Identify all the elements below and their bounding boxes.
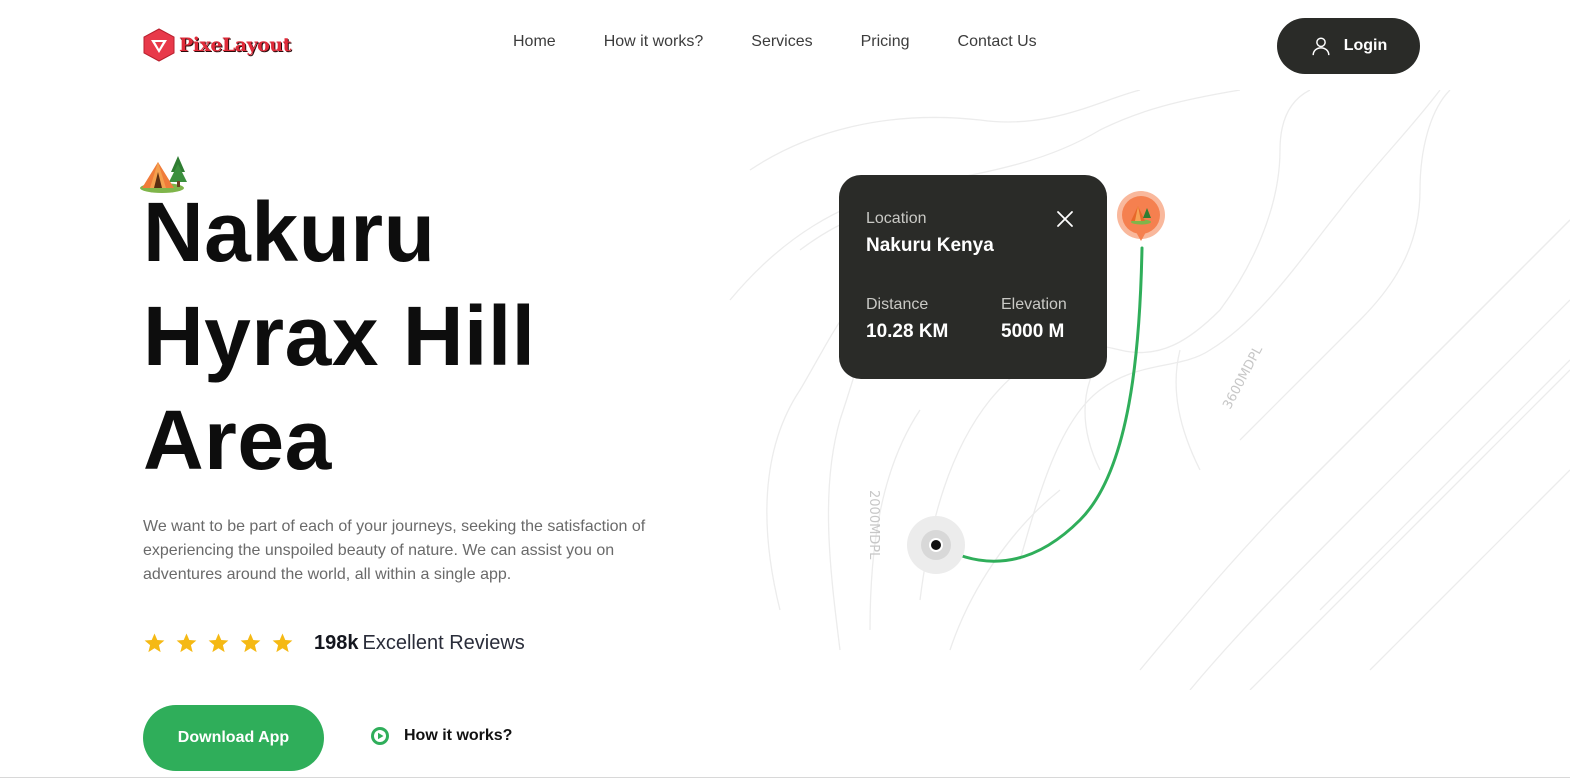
distance-value: 10.28 KM [866, 321, 949, 342]
rating: 198k Excellent Reviews [143, 632, 525, 655]
reviews-count: 198k [314, 632, 359, 654]
page-divider [0, 777, 1570, 778]
how-it-works-label: How it works? [404, 727, 513, 744]
hero-title-line: Nakuru [143, 185, 436, 279]
logo-text: PixeLayout [179, 34, 291, 56]
contour-label: 2000MDPL [866, 490, 881, 560]
hero-title: Nakuru Hyrax Hill Area [143, 180, 536, 492]
distance-label: Distance [866, 296, 929, 313]
nav-home[interactable]: Home [513, 33, 556, 51]
contour-label: 3600MDPL [1220, 343, 1266, 412]
download-app-button[interactable]: Download App [143, 705, 324, 771]
login-label: Login [1343, 37, 1388, 54]
nav-pricing[interactable]: Pricing [861, 33, 910, 51]
login-button[interactable]: Login [1277, 18, 1420, 74]
star-rating [143, 632, 294, 655]
location-value: Nakuru Kenya [866, 235, 994, 256]
hero-title-line: Hyrax Hill [143, 289, 536, 383]
main-nav: Home How it works? Services Pricing Cont… [513, 33, 1037, 51]
user-icon [1312, 37, 1330, 56]
play-icon [371, 727, 389, 745]
reviews-label: Excellent Reviews [362, 632, 525, 654]
elevation-value: 5000 M [1001, 321, 1065, 342]
nav-how-it-works[interactable]: How it works? [604, 33, 704, 51]
nav-contact-us[interactable]: Contact Us [958, 33, 1037, 51]
close-icon[interactable] [1054, 208, 1076, 230]
location-card: Location Nakuru Kenya Distance 10.28 KM … [839, 175, 1107, 379]
location-label: Location [866, 210, 927, 227]
star-icon [176, 633, 197, 653]
how-it-works-link[interactable]: How it works? [370, 726, 512, 746]
start-point-icon[interactable] [906, 515, 966, 575]
brand-logo[interactable]: PixeLayout [143, 28, 291, 62]
hero-description: We want to be part of each of your journ… [143, 518, 646, 583]
star-icon [208, 633, 229, 653]
star-icon [144, 633, 165, 653]
destination-pin-icon[interactable] [1116, 191, 1166, 249]
star-icon [240, 633, 261, 653]
nav-services[interactable]: Services [751, 33, 812, 51]
hero-title-line: Area [143, 393, 332, 487]
star-icon [272, 633, 293, 653]
logo-hexagon-icon [143, 28, 175, 62]
elevation-label: Elevation [1001, 296, 1067, 313]
